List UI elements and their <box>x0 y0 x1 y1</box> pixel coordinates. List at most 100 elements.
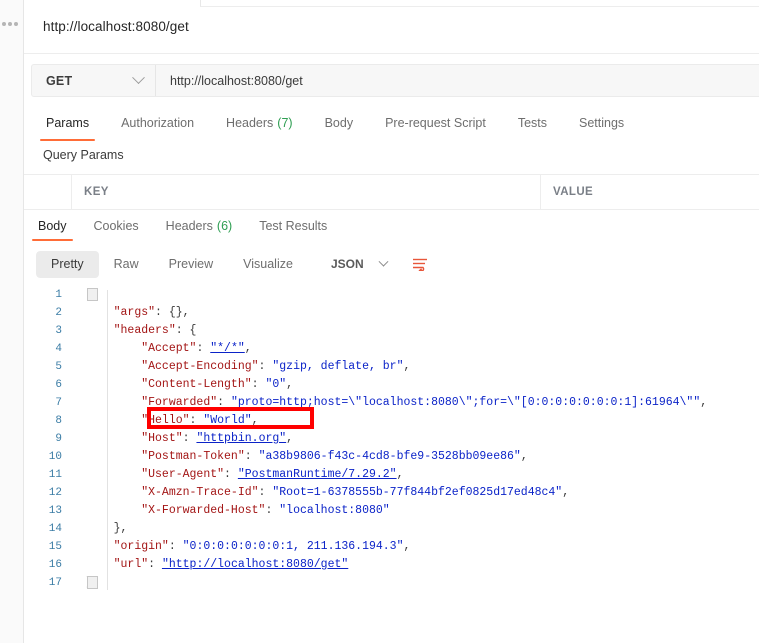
code-line-text: "Accept": "*/*", <box>68 340 252 358</box>
url-input[interactable]: http://localhost:8080/get <box>156 65 759 96</box>
line-number: 17 <box>48 577 62 589</box>
code-token-k: "headers" <box>113 324 176 337</box>
code-token-s: "localhost:8080" <box>279 504 390 517</box>
request-tab-label: Headers <box>226 116 274 130</box>
code-token-p: : <box>168 540 183 553</box>
line-number: 9 <box>55 433 62 445</box>
code-token-p: : <box>258 486 273 499</box>
code-token-k: "X-Amzn-Trace-Id" <box>141 486 259 499</box>
code-token-p: : <box>251 378 266 391</box>
request-title: http://localhost:8080/get <box>43 19 189 34</box>
code-line: 7 "Forwarded": "proto=http;host=\"localh… <box>24 394 759 412</box>
response-tab-cookies[interactable]: Cookies <box>86 212 147 239</box>
request-tab-settings[interactable]: Settings <box>569 108 634 138</box>
chevron-down-icon <box>378 256 389 267</box>
format-tab-preview[interactable]: Preview <box>154 251 228 278</box>
code-line-text: "Host": "httpbin.org", <box>68 430 293 448</box>
request-tab-label: Params <box>46 116 90 130</box>
url-row: GET http://localhost:8080/get <box>24 54 759 107</box>
code-token-lnk[interactable]: "*/*" <box>210 342 245 355</box>
code-token-p: , <box>251 414 259 427</box>
tab-inactive-area[interactable] <box>200 0 759 7</box>
request-tab-label: Body <box>324 116 354 130</box>
line-number: 1 <box>55 289 62 301</box>
response-tab-headers[interactable]: Headers (6) <box>158 212 241 239</box>
code-token-p <box>86 342 141 355</box>
code-fold-marker[interactable] <box>87 576 98 589</box>
response-tab-test-results[interactable]: Test Results <box>251 212 335 239</box>
code-line-text: "Content-Length": "0", <box>68 376 293 394</box>
code-line-text: "User-Agent": "PostmanRuntime/7.29.2", <box>68 466 403 484</box>
more-options-icon[interactable] <box>2 22 18 26</box>
request-tabs: Params Authorization Headers (7) Body Pre-req… <box>24 108 759 141</box>
postman-window: http://localhost:8080/get GET http://loc… <box>0 0 759 643</box>
line-number: 16 <box>48 559 62 571</box>
line-number: 3 <box>55 325 62 337</box>
code-token-p <box>86 432 141 445</box>
code-token-p <box>86 324 114 337</box>
request-tab-body[interactable]: Body <box>315 108 364 138</box>
wrap-lines-button[interactable] <box>406 251 434 278</box>
line-number: 2 <box>55 307 62 319</box>
params-table-header: KEY VALUE <box>24 174 759 210</box>
code-line: 11 "User-Agent": "PostmanRuntime/7.29.2"… <box>24 466 759 484</box>
code-token-p: , <box>244 342 252 355</box>
code-token-lnk[interactable]: "httpbin.org" <box>196 432 286 445</box>
line-number: 10 <box>48 451 62 463</box>
code-token-k: "url" <box>113 558 149 571</box>
code-token-lnk[interactable]: "http://localhost:8080/get" <box>162 558 348 571</box>
request-tab-pre-request-script[interactable]: Pre-request Script <box>375 108 496 138</box>
tab-active-indicator <box>24 0 200 7</box>
params-key-column: KEY <box>72 175 541 209</box>
left-rail <box>0 0 24 643</box>
code-line-text: "args": {}, <box>68 304 190 322</box>
http-method-select[interactable]: GET <box>32 65 156 96</box>
code-token-p: , <box>286 432 294 445</box>
response-tab-body[interactable]: Body <box>30 212 75 241</box>
request-tab-params[interactable]: Params <box>36 108 99 141</box>
request-tab-authorization[interactable]: Authorization <box>111 108 204 138</box>
format-tab-visualize[interactable]: Visualize <box>228 251 308 278</box>
code-token-k: "Forwarded" <box>141 396 218 409</box>
code-token-p: , <box>286 378 294 391</box>
code-token-k: "Hello" <box>141 414 190 427</box>
code-token-lnk[interactable]: "PostmanRuntime/7.29.2" <box>238 468 397 481</box>
request-tab-count: (7) <box>277 116 293 130</box>
line-number: 14 <box>48 523 62 535</box>
response-tab-label: Body <box>38 218 67 233</box>
code-token-s: "proto=http;host=\"localhost:8080\";for=… <box>230 396 701 409</box>
code-token-s: "World" <box>203 414 252 427</box>
code-token-s: "Root=1-6378555b-77f844bf2ef0825d17ed48c… <box>272 486 563 499</box>
wrap-lines-icon <box>412 258 427 271</box>
format-tab-pretty[interactable]: Pretty <box>36 250 99 278</box>
code-line: 3 "headers": { <box>24 322 759 340</box>
request-tab-tests[interactable]: Tests <box>508 108 557 138</box>
code-token-p <box>86 396 141 409</box>
code-token-p: : {}, <box>155 306 190 319</box>
tab-strip <box>24 0 759 7</box>
code-rows: 1{2 "args": {},3 "headers": {4 "Accept":… <box>24 286 759 592</box>
request-tab-headers[interactable]: Headers (7) <box>216 108 303 138</box>
params-select-all-cell[interactable] <box>24 175 72 209</box>
code-token-p <box>86 450 141 463</box>
query-params-label: Query Params <box>43 148 124 162</box>
request-tab-label: Settings <box>579 116 625 130</box>
code-token-p: : <box>196 342 211 355</box>
format-tab-raw[interactable]: Raw <box>99 251 154 278</box>
code-token-k: "Accept-Encoding" <box>141 360 259 373</box>
code-fold-marker[interactable] <box>87 288 98 301</box>
code-token-k: "X-Forwarded-Host" <box>141 504 266 517</box>
response-body-code[interactable]: 1{2 "args": {},3 "headers": {4 "Accept":… <box>24 286 759 643</box>
code-line-text: "origin": "0:0:0:0:0:0:0:1, 211.136.194.… <box>68 538 411 556</box>
request-tab-label: Pre-request Script <box>385 116 486 130</box>
code-line: 13 "X-Forwarded-Host": "localhost:8080" <box>24 502 759 520</box>
params-value-header: VALUE <box>553 186 594 198</box>
code-token-s: "a38b9806-f43c-4cd8-bfe9-3528bb09ee86" <box>258 450 521 463</box>
code-line-text: "url": "http://localhost:8080/get" <box>68 556 349 574</box>
line-number: 15 <box>48 541 62 553</box>
response-tab-label: Headers <box>165 218 213 233</box>
code-token-p: : <box>148 558 162 571</box>
code-token-p: , <box>520 450 528 463</box>
request-tab-label: Authorization <box>121 116 195 130</box>
response-language-select[interactable]: JSON <box>320 251 396 278</box>
